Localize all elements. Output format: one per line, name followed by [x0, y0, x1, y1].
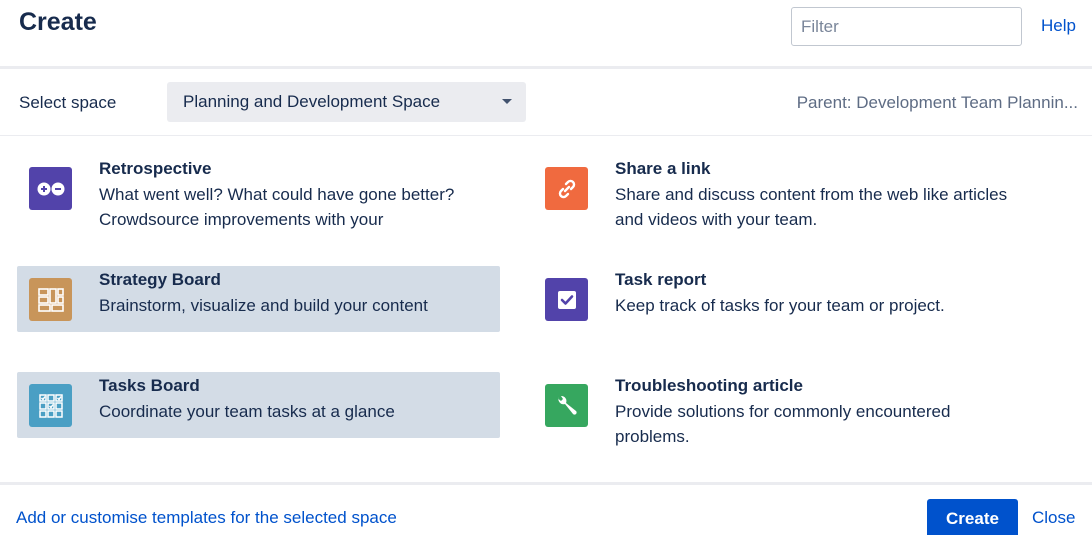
template-description: Keep track of tasks for your team or pro… [615, 296, 945, 315]
template-name: Troubleshooting article [615, 376, 803, 395]
template-name: Tasks Board [99, 376, 200, 395]
template-description: Coordinate your team tasks at a glance [99, 402, 395, 421]
caret-down-icon [502, 99, 512, 104]
template-troubleshooting-article[interactable]: Troubleshooting article Provide solution… [533, 372, 1013, 446]
wrench-icon [545, 384, 588, 427]
template-description: Provide solutions for commonly encounter… [615, 402, 951, 446]
retrospective-icon [29, 167, 72, 210]
space-dropdown-value: Planning and Development Space [183, 92, 441, 111]
tasks-board-icon [29, 384, 72, 427]
close-button[interactable]: Close [1032, 508, 1075, 528]
template-retrospective[interactable]: Retrospective What went well? What could… [17, 155, 500, 229]
template-share-a-link[interactable]: Share a link Share and discuss content f… [533, 155, 1013, 229]
template-name: Share a link [615, 159, 711, 178]
dialog-header: Create Help [0, 0, 1092, 66]
template-description: Share and discuss content from the web l… [615, 185, 1008, 229]
template-name: Task report [615, 270, 707, 289]
create-button[interactable]: Create [927, 499, 1018, 535]
space-dropdown[interactable]: Planning and Development Space [167, 82, 526, 122]
template-strategy-board[interactable]: Strategy Board Brainstorm, visualize and… [17, 266, 500, 332]
dialog-title: Create [19, 8, 97, 36]
customise-templates-link[interactable]: Add or customise templates for the selec… [16, 508, 397, 528]
select-space-label: Select space [19, 93, 117, 112]
template-task-report[interactable]: Task report Keep track of tasks for your… [533, 266, 1013, 332]
template-name: Strategy Board [99, 270, 221, 289]
parent-page-label: Parent: Development Team Plannin... [796, 93, 1078, 112]
footer-divider [0, 482, 1092, 485]
create-dialog: Create Help Select space Planning and De… [0, 0, 1092, 535]
filter-input[interactable] [791, 7, 1022, 46]
help-link[interactable]: Help [1041, 16, 1076, 36]
template-description: Brainstorm, visualize and build your con… [99, 296, 428, 315]
task-report-icon [545, 278, 588, 321]
template-name: Retrospective [99, 159, 212, 178]
space-selector-row: Select space Planning and Development Sp… [0, 69, 1092, 136]
template-tasks-board[interactable]: Tasks Board Coordinate your team tasks a… [17, 372, 500, 438]
strategy-board-icon [29, 278, 72, 321]
link-icon [545, 167, 588, 210]
template-description: What went well? What could have gone bet… [99, 185, 455, 229]
